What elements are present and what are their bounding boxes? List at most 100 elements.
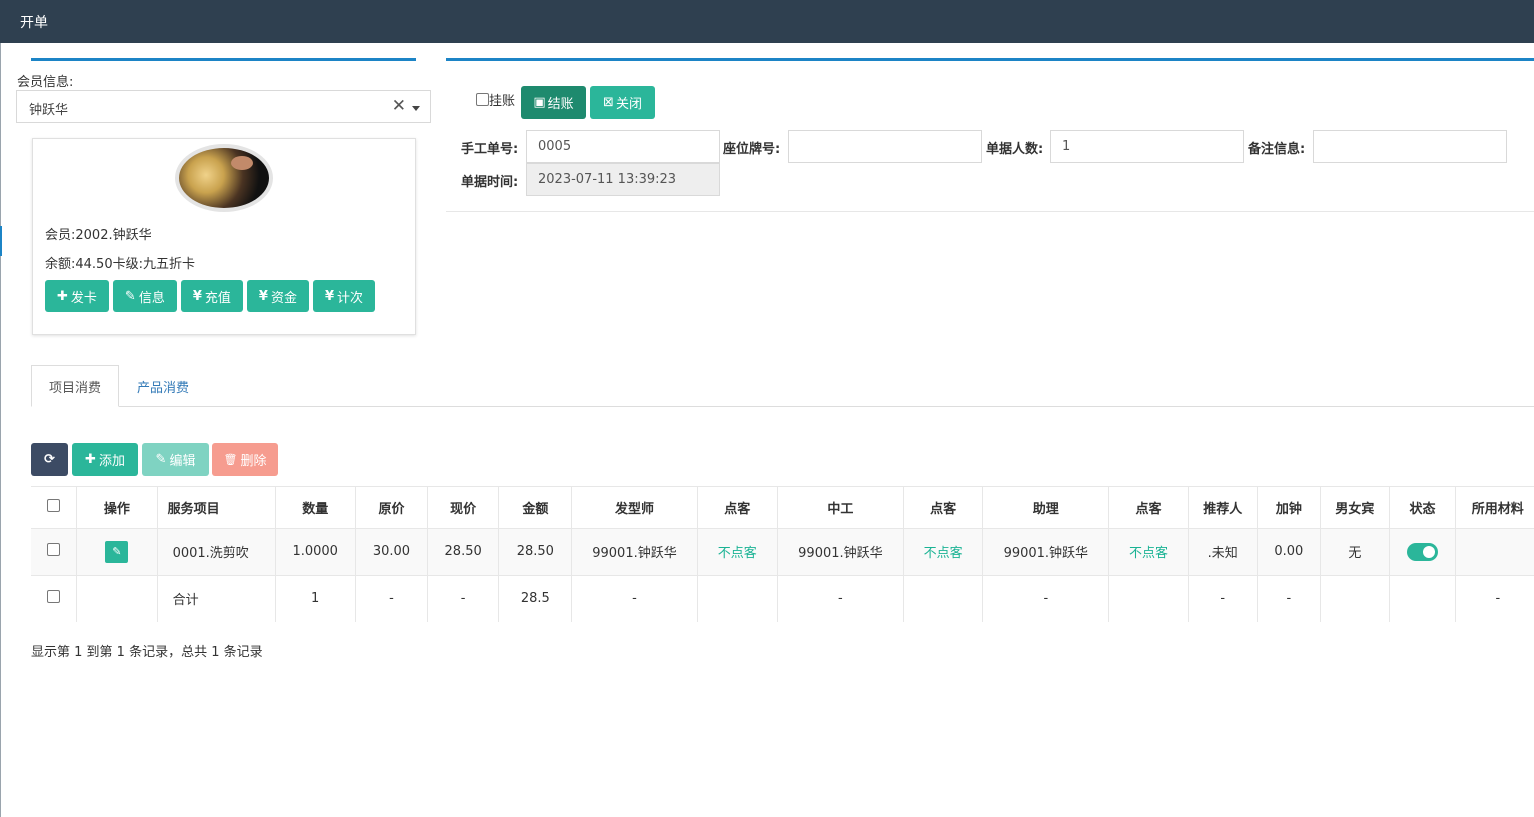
member-balance-line: 余额:44.50卡级:九五折卡 xyxy=(45,257,195,272)
manual-no-input[interactable]: 0005 xyxy=(526,130,720,163)
cell-mid: 99001.钟跃华 xyxy=(777,528,904,576)
funds-button[interactable]: ¥ 资金 xyxy=(246,280,309,312)
table-row[interactable]: ✎ 0001.洗剪吹 1.0000 30.00 28.50 28.50 9900… xyxy=(31,528,1534,576)
table-header-row: 操作 服务项目 数量 原价 现价 金额 发型师 点客 中工 点客 助理 点客 推… xyxy=(31,487,1534,529)
cell-mid-pick[interactable]: 不点客 xyxy=(903,528,984,576)
settle-button[interactable]: ▣ 结账 xyxy=(521,86,586,119)
delete-label: 删除 xyxy=(240,454,267,469)
member-info-button[interactable]: ✎ 信息 xyxy=(112,280,177,312)
cell-status xyxy=(1389,528,1457,576)
plus-icon: ✚ xyxy=(85,452,96,467)
cell-cur-price: 28.50 xyxy=(427,528,500,576)
cell-orig-price: 30.00 xyxy=(355,528,429,576)
edit-label: 编辑 xyxy=(169,454,196,469)
cell-service: 0001.洗剪吹 xyxy=(157,528,276,576)
row-edit-button[interactable]: ✎ xyxy=(105,540,129,563)
order-time-input[interactable]: 2023-07-11 13:39:23 xyxy=(526,163,720,196)
yen-icon: ¥ xyxy=(258,288,268,304)
issue-card-label: 发卡 xyxy=(70,290,97,306)
total-mid: - xyxy=(777,575,904,622)
cell-stylist-pick[interactable]: 不点客 xyxy=(697,528,778,576)
col-header[interactable]: 原价 xyxy=(355,487,429,529)
member-panel-accent xyxy=(31,58,416,61)
cell-overtime: 0.00 xyxy=(1257,528,1321,576)
col-header[interactable]: 状态 xyxy=(1389,487,1457,529)
col-header[interactable]: 中工 xyxy=(777,487,904,529)
left-edge-mark xyxy=(0,226,2,256)
count-button[interactable]: ¥ 计次 xyxy=(312,280,376,312)
total-assistant: - xyxy=(982,575,1110,622)
add-button[interactable]: ✚ 添加 xyxy=(72,443,138,476)
member-info-button-label: 信息 xyxy=(138,290,165,306)
recharge-label: 充值 xyxy=(204,290,231,306)
tab-service-consumption[interactable]: 项目消费 xyxy=(31,365,119,407)
total-cur-price: - xyxy=(427,575,500,622)
hang-account-label: 挂账 xyxy=(489,94,516,109)
cell-gender: 无 xyxy=(1320,528,1391,576)
status-toggle[interactable] xyxy=(1407,542,1439,561)
member-select-value: 钟跃华 xyxy=(29,103,69,118)
funds-label: 资金 xyxy=(270,290,297,306)
pencil-icon: ✎ xyxy=(155,452,167,467)
col-header[interactable]: 数量 xyxy=(275,487,356,529)
select-all-checkbox[interactable] xyxy=(47,498,61,512)
total-checkbox[interactable] xyxy=(47,590,61,603)
col-header[interactable]: 助理 xyxy=(982,487,1110,529)
col-header[interactable]: 金额 xyxy=(498,487,573,529)
clear-icon[interactable]: ✕ xyxy=(392,96,406,116)
col-header[interactable]: 现价 xyxy=(427,487,500,529)
close-button[interactable]: ⊠ 关闭 xyxy=(590,86,655,119)
row-checkbox[interactable] xyxy=(47,543,61,556)
row-action-cell: ✎ xyxy=(76,528,158,576)
refresh-button[interactable]: ⟳ xyxy=(31,443,68,476)
chevron-down-icon[interactable] xyxy=(412,106,420,111)
page-title: 开单 xyxy=(20,15,48,31)
col-header[interactable]: 点客 xyxy=(903,487,984,529)
count-label: 计次 xyxy=(337,290,364,306)
col-header[interactable]: 所用材料 xyxy=(1455,487,1534,529)
add-label: 添加 xyxy=(98,454,125,469)
tab-product-consumption[interactable]: 产品消费 xyxy=(137,377,189,396)
delete-button[interactable]: 🗑 删除 xyxy=(212,443,278,476)
settle-label: 结账 xyxy=(547,97,574,112)
col-header[interactable]: 点客 xyxy=(697,487,778,529)
people-input[interactable]: 1 xyxy=(1050,130,1244,163)
tab-service-label: 项目消费 xyxy=(48,380,101,396)
total-material: - xyxy=(1455,575,1534,622)
total-action-cell xyxy=(76,575,158,622)
member-select[interactable]: 钟跃华 ✕ xyxy=(16,90,431,123)
pagination-info: 显示第 1 到第 1 条记录，总共 1 条记录 xyxy=(31,645,263,660)
hang-account-toggle[interactable]: 挂账 xyxy=(476,90,515,109)
col-header[interactable]: 发型师 xyxy=(571,487,698,529)
cell-referrer: .未知 xyxy=(1188,528,1258,576)
issue-card-button[interactable]: ✚ 发卡 xyxy=(45,280,109,312)
plus-icon: ✚ xyxy=(57,288,68,304)
order-time-label: 单据时间: xyxy=(461,175,519,190)
member-card: 会员:2002.钟跃华 余额:44.50卡级:九五折卡 ✚ 发卡 ✎ 信息 ¥ 充值 … xyxy=(32,138,416,335)
edit-button[interactable]: ✎ 编辑 xyxy=(142,443,209,476)
cell-material xyxy=(1455,528,1534,576)
order-panel-accent xyxy=(446,58,1534,61)
seat-input[interactable] xyxy=(788,130,982,163)
col-header[interactable]: 点客 xyxy=(1108,487,1189,529)
total-stylist: - xyxy=(571,575,698,622)
recharge-button[interactable]: ¥ 充值 xyxy=(180,280,243,312)
total-amount: 28.5 xyxy=(498,575,573,622)
tabs-divider xyxy=(31,406,1534,407)
close-box-icon: ⊠ xyxy=(603,95,614,110)
col-header[interactable]: 男女宾 xyxy=(1320,487,1391,529)
hang-account-checkbox[interactable] xyxy=(476,93,489,106)
member-info-label: 会员信息: xyxy=(17,75,74,90)
total-empty xyxy=(697,575,778,622)
avatar xyxy=(175,144,273,212)
col-header[interactable]: 加钟 xyxy=(1257,487,1321,529)
top-bar: 开单 xyxy=(0,0,1534,43)
remark-input[interactable] xyxy=(1313,130,1507,163)
cell-assistant-pick[interactable]: 不点客 xyxy=(1108,528,1189,576)
manual-no-label: 手工单号: xyxy=(461,142,519,157)
col-header[interactable]: 服务项目 xyxy=(157,487,276,529)
divider xyxy=(446,211,1534,212)
col-header[interactable]: 推荐人 xyxy=(1188,487,1258,529)
yen-icon: ¥ xyxy=(324,288,335,304)
total-referrer: - xyxy=(1188,575,1258,622)
